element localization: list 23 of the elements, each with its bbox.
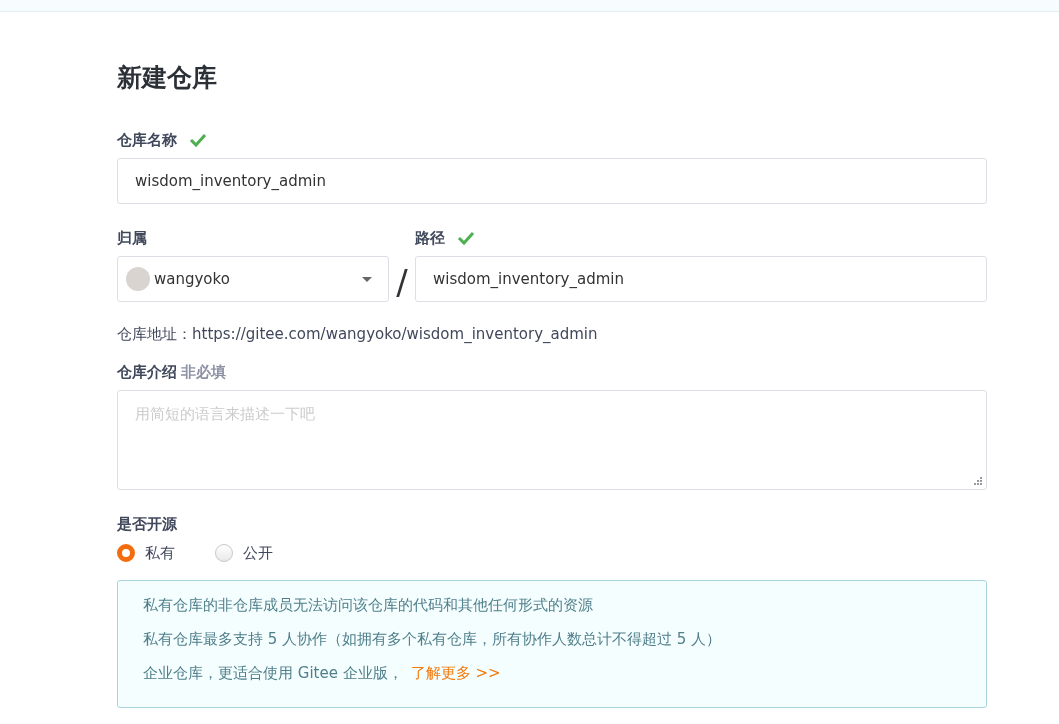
info-text: 企业仓库，更适合使用 Gitee 企业版， <box>143 663 403 682</box>
field-label: 是否开源 <box>117 514 178 534</box>
optional-hint: 非必填 <box>181 362 226 382</box>
name-input[interactable]: wisdom_inventory_admin <box>117 158 987 204</box>
caret-icon <box>362 276 372 282</box>
owner-name: wangyoko <box>154 268 231 290</box>
owner-select[interactable]: wangyoko <box>117 256 389 302</box>
radio-button[interactable] <box>215 544 233 563</box>
field-label: 仓库介绍 <box>117 362 177 382</box>
info-text: 私有仓库的非仓库成员无法访问该仓库的代码和其他任何形式的资源 <box>143 595 593 614</box>
radio-label[interactable]: 公开 <box>243 542 273 565</box>
path-input[interactable]: wisdom_inventory_admin <box>415 256 987 302</box>
radio-button[interactable] <box>117 544 135 563</box>
field-label: 仓库名称 <box>117 130 177 150</box>
field-label: 路径 <box>415 228 445 248</box>
radio-label[interactable]: 私有 <box>145 542 175 565</box>
path-separator: / <box>395 262 409 302</box>
page-title: 新建仓库 <box>117 62 218 94</box>
info-text: 私有仓库最多支持 5 人协作（如拥有多个私有仓库，所有协作人数总计不得超过 5 人） <box>143 629 722 648</box>
avatar-icon <box>126 267 150 291</box>
repo-address: 仓库地址：https://gitee.com/wangyoko/wisdom_inventory_admin <box>117 324 599 344</box>
resize-grip-icon[interactable] <box>974 477 983 486</box>
field-label: 归属 <box>117 228 148 248</box>
